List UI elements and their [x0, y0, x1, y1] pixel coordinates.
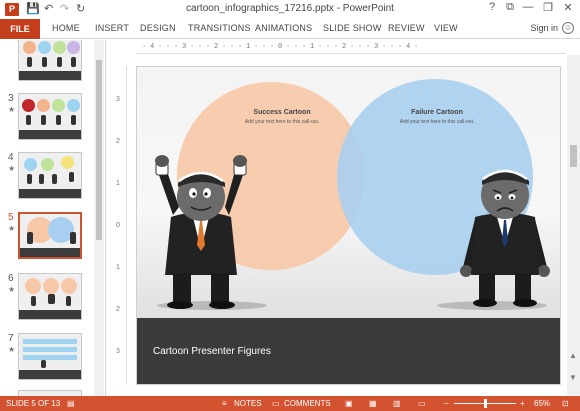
- slide-show-icon[interactable]: ▭: [418, 399, 426, 408]
- comments-button[interactable]: COMMENTS: [284, 399, 331, 408]
- thumb-number-3: 3: [8, 93, 14, 104]
- title-bar: P 💾 ↶ ↷ ↻ cartoon_infographics_17216.ppt…: [0, 0, 580, 19]
- success-title[interactable]: Success Cartoon: [222, 109, 342, 116]
- failure-cartoon-figure[interactable]: [455, 157, 555, 307]
- slide-thumbnail-panel: 3 ★ 4 ★ 5 ★ 6 ★ 7 ★: [0, 40, 106, 396]
- failure-title[interactable]: Failure Cartoon: [377, 109, 497, 116]
- tab-design[interactable]: DESIGN: [140, 23, 176, 33]
- zoom-in-button[interactable]: +: [520, 399, 525, 408]
- tab-slide-show[interactable]: SLIDE SHOW: [323, 23, 382, 33]
- tab-insert[interactable]: INSERT: [95, 23, 129, 33]
- vertical-ruler: 3 2 1 0 1 2 3: [113, 66, 127, 384]
- previous-slide-icon[interactable]: ▲: [569, 351, 577, 360]
- slide-scrollbar-thumb[interactable]: [570, 145, 577, 167]
- success-cartoon-figure[interactable]: [145, 155, 265, 310]
- slide-thumbnail-6[interactable]: [18, 273, 82, 320]
- slide-canvas[interactable]: Success Cartoon Add your text here to th…: [136, 66, 561, 385]
- notes-icon[interactable]: ≡: [222, 399, 227, 408]
- zoom-slider-handle[interactable]: [484, 399, 487, 408]
- normal-view-icon[interactable]: ▣: [345, 399, 353, 408]
- close-button[interactable]: ✕: [560, 1, 576, 14]
- slide-thumbnail-5[interactable]: [18, 212, 82, 259]
- tab-view[interactable]: VIEW: [434, 23, 458, 33]
- tab-animations[interactable]: ANIMATIONS: [255, 23, 312, 33]
- thumb-number-7: 7: [8, 333, 14, 344]
- slide-sorter-icon[interactable]: ▦: [369, 399, 377, 408]
- ribbon-tabs: FILE HOME INSERT DESIGN TRANSITIONS ANIM…: [0, 19, 580, 39]
- slide-thumbnail-4[interactable]: [18, 152, 82, 199]
- thumb-animation-star-icon: ★: [8, 345, 16, 354]
- help-button[interactable]: ?: [484, 1, 500, 13]
- horizontal-ruler: · 4 · · · 3 · · · 2 · · · 1 · · · 0 · · …: [136, 40, 566, 54]
- fit-to-window-icon[interactable]: ⊡: [562, 399, 569, 408]
- tab-review[interactable]: REVIEW: [388, 23, 425, 33]
- slide-thumbnail-3[interactable]: [18, 93, 82, 140]
- comments-icon[interactable]: ▭: [272, 399, 280, 408]
- tab-transitions[interactable]: TRANSITIONS: [188, 23, 251, 33]
- thumb-animation-star-icon: ★: [8, 285, 16, 294]
- notes-button[interactable]: NOTES: [234, 399, 262, 408]
- next-slide-icon[interactable]: ▼: [569, 373, 577, 382]
- tab-file[interactable]: FILE: [0, 19, 40, 39]
- thumb-number-5: 5: [8, 212, 14, 223]
- spelling-icon[interactable]: ▤: [67, 399, 75, 408]
- thumb-animation-star-icon: ★: [8, 164, 16, 173]
- thumb-number-6: 6: [8, 273, 14, 284]
- tab-home[interactable]: HOME: [52, 23, 80, 33]
- slide-footer-bar: Cartoon Presenter Figures: [137, 318, 560, 384]
- status-bar: SLIDE 5 OF 13 ▤ ≡ NOTES ▭ COMMENTS ▣ ▦ ▥…: [0, 396, 580, 411]
- thumb-animation-star-icon: ★: [8, 224, 16, 233]
- slide-footer-title[interactable]: Cartoon Presenter Figures: [153, 346, 271, 357]
- reading-view-icon[interactable]: ▥: [393, 399, 401, 408]
- restore-button[interactable]: ❐: [540, 1, 556, 14]
- thumbnail-scrollbar-thumb[interactable]: [96, 60, 102, 240]
- failure-subtitle[interactable]: Add your text here to this call-out.: [377, 119, 497, 125]
- slide-counter: SLIDE 5 OF 13: [6, 399, 61, 408]
- ribbon-display-button[interactable]: ⧉: [502, 1, 518, 14]
- sign-in-link[interactable]: Sign in: [530, 23, 558, 33]
- zoom-level[interactable]: 65%: [534, 399, 550, 408]
- slide-thumbnail-2[interactable]: [18, 40, 82, 81]
- slide-thumbnail-7[interactable]: [18, 333, 82, 380]
- thumb-number-4: 4: [8, 152, 14, 163]
- zoom-out-button[interactable]: −: [444, 399, 449, 408]
- slide-scrollbar[interactable]: ▲ ▼: [567, 55, 580, 395]
- thumb-animation-star-icon: ★: [8, 105, 16, 114]
- feedback-smiley-icon[interactable]: ☺: [562, 22, 574, 34]
- minimize-button[interactable]: —: [520, 1, 536, 13]
- success-subtitle[interactable]: Add your text here to this call-out.: [222, 119, 342, 125]
